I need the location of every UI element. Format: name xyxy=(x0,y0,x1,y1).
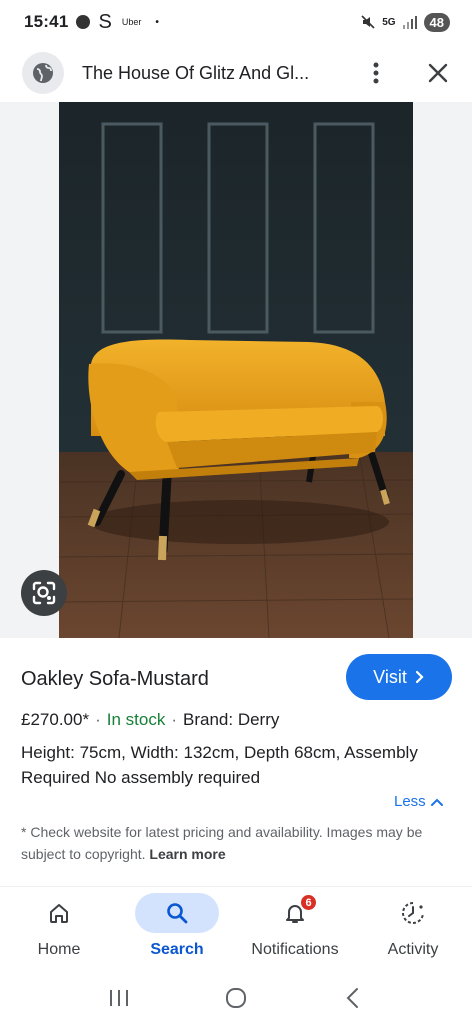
product-image[interactable] xyxy=(59,102,413,638)
mute-icon xyxy=(361,15,375,29)
notification-badge: 6 xyxy=(299,893,318,912)
separator: · xyxy=(171,710,178,729)
nav-home-icon-wrap xyxy=(17,893,101,933)
separator: · xyxy=(95,710,101,729)
disclaimer: * Check website for latest pricing and a… xyxy=(21,821,441,865)
less-button[interactable]: Less xyxy=(394,793,444,810)
page-title: The House Of Glitz And Gl... xyxy=(82,62,310,83)
nav-home[interactable]: Home xyxy=(0,893,118,969)
product-title: Oakley Sofa-Mustard xyxy=(21,668,209,690)
visit-label: Visit xyxy=(373,666,407,687)
more-notifications-dot: • xyxy=(155,16,159,28)
recent-apps-icon xyxy=(109,990,128,1006)
product-description: Height: 75cm, Width: 132cm, Depth 68cm, … xyxy=(21,743,418,787)
nav-activity[interactable]: Activity xyxy=(354,893,472,969)
status-bar: 15:41 S Uber • 5G 48 xyxy=(0,0,472,44)
home-icon xyxy=(50,904,68,923)
network-type: 5G xyxy=(382,16,396,28)
stock-status: In stock xyxy=(106,710,166,729)
status-time: 15:41 xyxy=(24,12,69,31)
price: £270.00* xyxy=(21,710,90,729)
nav-activity-label: Activity xyxy=(387,941,439,958)
product-info-panel: Oakley Sofa-Mustard Visit £270.00* · In … xyxy=(0,638,472,886)
system-navigation xyxy=(0,972,472,1024)
nav-search[interactable]: Search xyxy=(118,893,236,969)
image-viewer xyxy=(0,102,472,638)
more-options-button[interactable] xyxy=(358,55,394,91)
header: The House Of Glitz And Gl... xyxy=(0,44,472,102)
bottom-navigation: Home Search 6 Notifications Activity xyxy=(0,886,472,972)
nav-activity-icon-wrap xyxy=(371,893,455,933)
more-vert-icon xyxy=(373,62,379,84)
google-lens-button[interactable] xyxy=(21,570,67,616)
home-circle-icon xyxy=(225,988,246,1008)
lens-icon xyxy=(32,581,56,605)
search-icon xyxy=(167,903,188,924)
app-notification-icon xyxy=(76,15,91,29)
sofa-image xyxy=(59,102,413,638)
nav-notifications[interactable]: 6 Notifications xyxy=(236,893,354,969)
home-system-button[interactable] xyxy=(216,978,256,1018)
back-button[interactable] xyxy=(333,978,373,1018)
price-row: £270.00* · In stock · Brand: Derry xyxy=(21,710,279,730)
nav-home-label: Home xyxy=(37,941,81,958)
chevron-right-icon xyxy=(415,670,424,684)
battery-indicator: 48 xyxy=(423,12,450,32)
learn-more-link[interactable]: Learn more xyxy=(149,846,225,862)
recent-apps-button[interactable] xyxy=(99,978,139,1018)
nav-notifications-label: Notifications xyxy=(251,941,339,958)
status-left: 15:41 S Uber • xyxy=(24,11,159,34)
s-app-icon: S xyxy=(98,10,112,33)
close-button[interactable] xyxy=(420,55,456,91)
close-icon xyxy=(428,63,448,83)
nav-notifications-icon-wrap: 6 xyxy=(253,893,337,933)
visit-button[interactable]: Visit xyxy=(346,654,452,700)
nav-search-icon-wrap xyxy=(135,893,219,933)
globe-icon xyxy=(33,63,53,83)
chevron-up-icon xyxy=(430,798,443,806)
status-right: 5G 48 xyxy=(360,12,450,32)
nav-search-label: Search xyxy=(150,941,204,958)
less-label: Less xyxy=(394,793,426,810)
brand: Brand: Derry xyxy=(183,710,280,729)
signal-icon xyxy=(402,16,417,29)
site-icon xyxy=(22,52,64,94)
back-chevron-icon xyxy=(346,988,359,1008)
uber-app-icon: Uber xyxy=(121,17,142,27)
activity-icon xyxy=(402,902,424,924)
